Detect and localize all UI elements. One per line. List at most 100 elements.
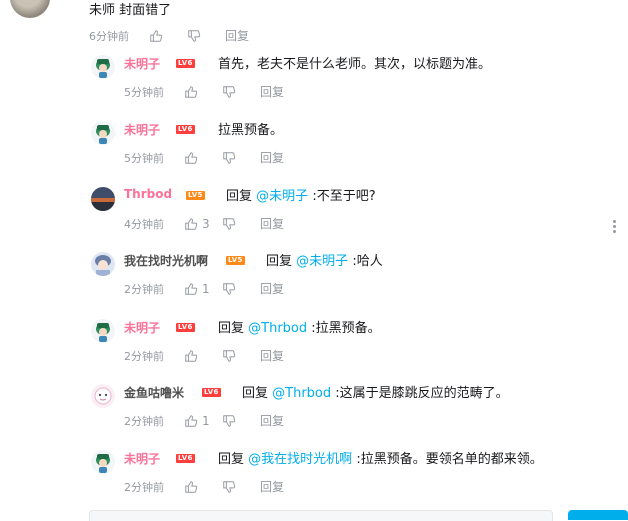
mention-link[interactable]: @未明子 [296, 254, 348, 269]
username[interactable]: 未明子 [124, 55, 160, 72]
mention-link[interactable]: @Thrbod [272, 386, 331, 401]
reply-meta: 5分钟前 回复 [124, 83, 284, 100]
reply-meta: 5分钟前 回复 [124, 149, 284, 166]
reply-meta: 2分钟前 1 回复 [124, 280, 284, 297]
dislike-button[interactable] [222, 480, 260, 494]
avatar[interactable] [10, 0, 50, 18]
reply-prefix: 回复 [266, 254, 293, 269]
reply-item: 未明子 LV6 首先，老夫不是什么老师。其次，以标题为准。 5分钟前 回复 [0, 53, 628, 119]
reply-button[interactable]: 回复 [260, 280, 284, 297]
reply-meta: 2分钟前 回复 [124, 478, 284, 495]
dislike-button[interactable] [222, 414, 260, 428]
reply-text: :哈人 [352, 254, 383, 269]
avatar[interactable] [91, 450, 115, 474]
thumbs-down-icon [223, 151, 236, 164]
send-button[interactable] [568, 510, 628, 520]
reply-prefix: 回复 [218, 321, 245, 336]
username[interactable]: 未明子 [124, 121, 160, 138]
mention-link[interactable]: @未明子 [256, 189, 308, 204]
reply-button[interactable]: 回复 [260, 412, 284, 429]
avatar[interactable] [91, 384, 115, 408]
level-badge: LV6 [176, 59, 195, 68]
reply-button[interactable]: 回复 [260, 149, 284, 166]
reply-item: 金鱼咕噜米 LV6 回复 @Thrbod :这属于是膝跳反应的范畴了。 2分钟前 1 回复 [0, 382, 628, 448]
thumbs-up-icon [185, 85, 198, 98]
reply-button[interactable]: 回复 [225, 27, 249, 44]
comment-text: 未师 封面错了 [89, 3, 172, 18]
reply-button[interactable]: 回复 [260, 347, 284, 364]
timestamp: 6分钟前 [89, 29, 129, 43]
like-button[interactable] [184, 480, 222, 494]
avatar[interactable] [91, 187, 115, 211]
dislike-button[interactable] [222, 349, 260, 363]
avatar[interactable] [91, 252, 115, 276]
thumbs-up-icon [185, 349, 198, 362]
level-badge: LV5 [226, 256, 245, 265]
timestamp: 2分钟前 [124, 414, 164, 428]
like-button[interactable] [184, 85, 222, 99]
username[interactable]: 未明子 [124, 450, 160, 467]
dislike-button[interactable] [222, 85, 260, 99]
thumbs-down-icon [223, 217, 236, 230]
thumbs-down-icon [223, 480, 236, 493]
thumbs-down-icon [223, 349, 236, 362]
level-badge: LV6 [176, 125, 195, 134]
reply-item: 未明子 LV6 回复 @Thrbod :拉黑预备。 2分钟前 回复 [0, 317, 628, 383]
reply-item: 未明子 LV6 拉黑预备。 5分钟前 回复 [0, 119, 628, 185]
thumbs-down-icon [188, 29, 201, 42]
like-button[interactable] [184, 151, 222, 165]
reply-content: 回复 @我在找时光机啊 :拉黑预备。要领名单的都来领。 [218, 448, 543, 467]
dislike-button[interactable] [222, 151, 260, 165]
like-button[interactable]: 3 [184, 217, 222, 231]
mention-link[interactable]: @Thrbod [248, 321, 307, 336]
mention-link[interactable]: @我在找时光机啊 [248, 452, 352, 467]
like-count: 1 [202, 413, 210, 428]
reply-item: 未明子 LV6 回复 @我在找时光机啊 :拉黑预备。要领名单的都来领。 2分钟前 回复 [0, 448, 628, 514]
reply-button[interactable]: 回复 [260, 215, 284, 232]
thumbs-down-icon [223, 282, 236, 295]
like-button[interactable]: 1 [184, 282, 222, 296]
reply-text: :拉黑预备。 [311, 321, 381, 336]
more-options-icon[interactable] [612, 220, 618, 234]
username[interactable]: 未明子 [124, 319, 160, 336]
thumbs-up-icon [150, 29, 163, 42]
timestamp: 4分钟前 [124, 217, 164, 231]
dislike-button[interactable] [222, 217, 260, 231]
timestamp: 2分钟前 [124, 480, 164, 494]
thumbs-up-icon [185, 151, 198, 164]
reply-button[interactable]: 回复 [260, 478, 284, 495]
like-count: 3 [202, 216, 210, 231]
timestamp: 5分钟前 [124, 151, 164, 165]
reply-item: 我在找时光机啊 LV5 回复 @未明子 :哈人 2分钟前 1 回复 [0, 250, 628, 316]
reply-text: :不至于吧? [312, 189, 376, 204]
level-badge: LV6 [176, 323, 195, 332]
reply-content: 回复 @Thrbod :这属于是膝跳反应的范畴了。 [242, 382, 509, 401]
reply-prefix: 回复 [218, 452, 245, 467]
thumbs-up-icon [185, 217, 198, 230]
dislike-button[interactable] [222, 282, 260, 296]
reply-content: 首先，老夫不是什么老师。其次，以标题为准。 [218, 53, 491, 72]
dislike-button[interactable] [187, 29, 225, 43]
reply-meta: 2分钟前 回复 [124, 347, 284, 364]
level-badge: LV6 [176, 454, 195, 463]
username[interactable]: 我在找时光机啊 [124, 252, 208, 269]
like-button[interactable] [149, 29, 187, 43]
reply-text: 首先，老夫不是什么老师。其次，以标题为准。 [218, 57, 492, 72]
reply-input[interactable] [89, 510, 553, 521]
thumbs-down-icon [223, 414, 236, 427]
reply-button[interactable]: 回复 [260, 83, 284, 100]
avatar[interactable] [91, 121, 115, 145]
reply-prefix: 回复 [242, 386, 269, 401]
like-button[interactable]: 1 [184, 414, 222, 428]
reply-text: 拉黑预备。 [218, 123, 284, 138]
username[interactable]: 金鱼咕噜米 [124, 384, 184, 401]
reply-content: 回复 @Thrbod :拉黑预备。 [218, 317, 381, 336]
reply-meta: 4分钟前 3 回复 [124, 215, 284, 232]
avatar[interactable] [91, 319, 115, 343]
avatar[interactable] [91, 55, 115, 79]
reply-text: :拉黑预备。要领名单的都来领。 [356, 452, 543, 467]
thumbs-down-icon [223, 85, 236, 98]
like-button[interactable] [184, 349, 222, 363]
username[interactable]: Thrbod [124, 187, 172, 201]
thumbs-up-icon [185, 480, 198, 493]
